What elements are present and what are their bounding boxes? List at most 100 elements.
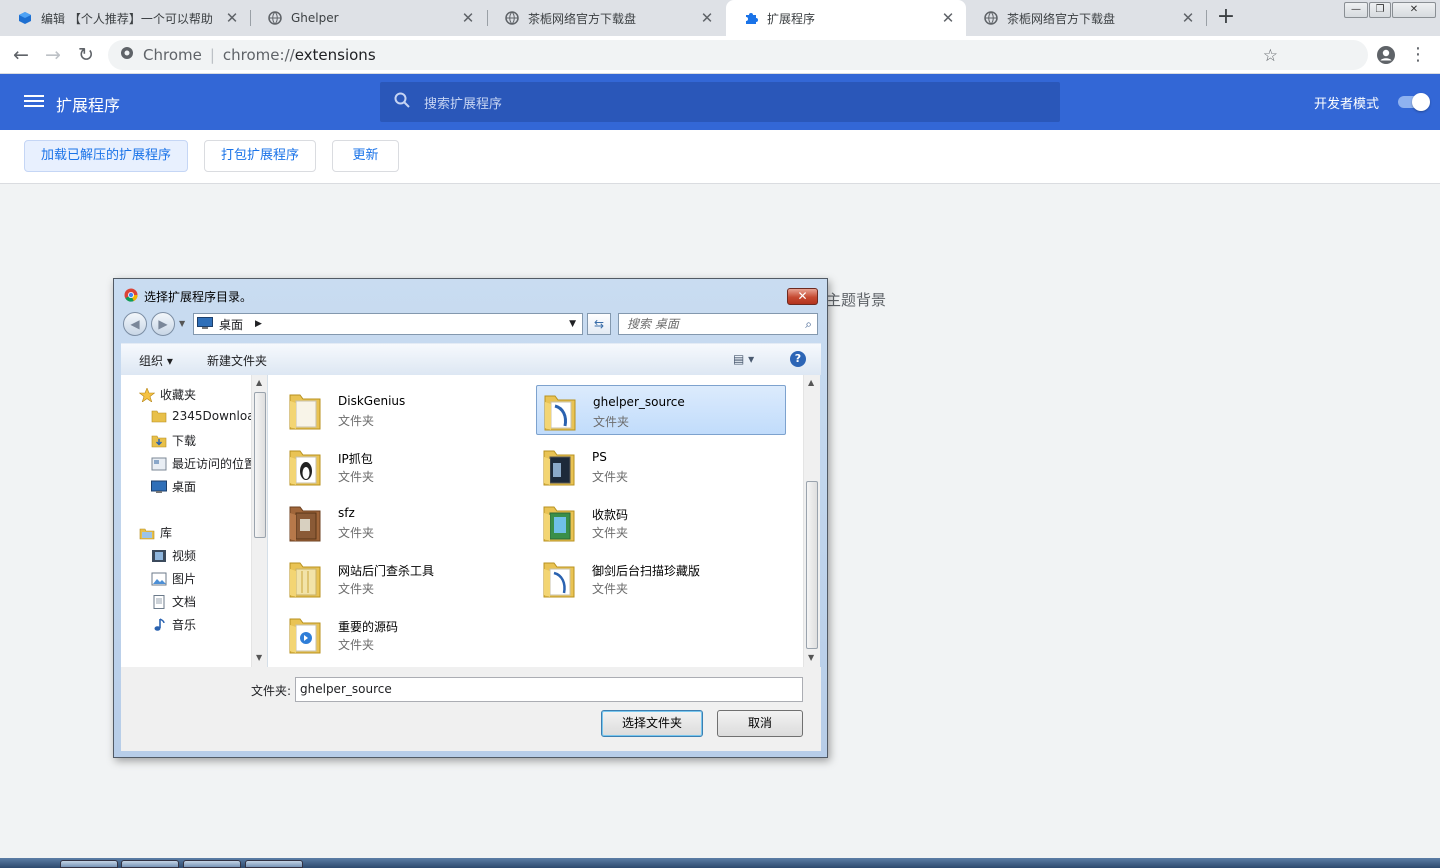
window-close-button[interactable]: ✕ xyxy=(1392,2,1436,18)
nav-item-videos[interactable]: 视频 xyxy=(151,547,196,564)
file-name: DiskGenius xyxy=(338,394,406,408)
nav-item-label: 最近访问的位置 xyxy=(172,457,251,471)
extensions-header: 扩展程序 搜索扩展程序 开发者模式 xyxy=(0,74,1440,130)
file-type: 文件夹 xyxy=(338,582,375,596)
scroll-up-arrow-icon[interactable]: ▲ xyxy=(256,378,262,387)
close-tab-icon[interactable]: ✕ xyxy=(224,9,240,27)
folder-icon xyxy=(289,450,321,486)
dialog-search-placeholder: 搜索 桌面 xyxy=(627,317,679,331)
location-dropdown-icon[interactable]: ▼ xyxy=(569,319,576,329)
folder-name-input[interactable]: ghelper_source xyxy=(295,677,803,702)
folder-item[interactable]: 网站后门查杀工具 文件夹 xyxy=(282,553,532,603)
back-button[interactable]: ← xyxy=(8,42,34,68)
folder-icon xyxy=(289,394,321,430)
breadcrumb-arrow-icon[interactable]: ▶ xyxy=(255,319,262,329)
navigation-scrollbar[interactable]: ▲ ▼ xyxy=(251,375,267,667)
scroll-up-arrow-icon[interactable]: ▲ xyxy=(808,378,814,387)
cancel-button[interactable]: 取消 xyxy=(717,710,803,737)
nav-item-label: 文档 xyxy=(172,595,197,609)
nav-item-pictures[interactable]: 图片 xyxy=(151,570,196,587)
dialog-search-input[interactable]: 搜索 桌面 ⌕ xyxy=(618,313,818,335)
nav-library-header[interactable]: 库 xyxy=(139,524,172,541)
nav-favorites-header[interactable]: 收藏夹 xyxy=(138,386,197,403)
nav-item-documents[interactable]: 文档 xyxy=(151,593,196,610)
folder-item[interactable]: 收款码 文件夹 xyxy=(536,497,786,547)
close-tab-icon[interactable]: ✕ xyxy=(940,9,956,27)
dialog-forward-button[interactable]: ▶ xyxy=(151,312,175,336)
folder-item-selected[interactable]: ghelper_source 文件夹 xyxy=(536,385,786,435)
taskbar-button[interactable] xyxy=(183,860,241,868)
load-unpacked-button[interactable]: 加载已解压的扩展程序 xyxy=(24,140,188,172)
bookmark-star-icon[interactable]: ☆ xyxy=(1263,46,1278,66)
reload-button[interactable]: ↻ xyxy=(73,42,99,68)
dialog-refresh-icon[interactable]: ⇆ xyxy=(587,313,611,335)
history-dropdown-icon[interactable]: ▼ xyxy=(179,319,185,328)
folder-icon xyxy=(151,409,167,423)
taskbar-button[interactable] xyxy=(245,860,303,868)
folder-item[interactable]: IP抓包 文件夹 xyxy=(282,441,532,491)
update-button[interactable]: 更新 xyxy=(332,140,399,172)
chrome-logo-icon xyxy=(120,46,134,64)
folder-item[interactable]: sfz 文件夹 xyxy=(282,497,532,547)
browser-toolbar: ← → ↻ Chrome | chrome://extensions ☆ ⋮ xyxy=(0,36,1440,74)
taskbar-button[interactable] xyxy=(121,860,179,868)
dialog-title-bar: 选择扩展程序目录。 xyxy=(124,288,252,305)
view-options-icon[interactable]: ▤ ▾ xyxy=(733,352,754,366)
profile-avatar-icon[interactable] xyxy=(1373,42,1399,68)
nav-item-downloads-2345[interactable]: 2345Downloads xyxy=(151,409,251,423)
folder-item[interactable]: 御剑后台扫描珍藏版 文件夹 xyxy=(536,553,786,603)
folder-item[interactable]: DiskGenius 文件夹 xyxy=(282,385,532,435)
developer-mode-label: 开发者模式 xyxy=(1314,97,1380,112)
folder-item[interactable]: 重要的源码 文件夹 xyxy=(282,609,532,659)
desktop-icon xyxy=(197,316,213,332)
scroll-thumb[interactable] xyxy=(806,481,818,649)
folder-item[interactable]: PS 文件夹 xyxy=(536,441,786,491)
forward-button[interactable]: → xyxy=(40,42,66,68)
tab-download-1[interactable]: 茶栀网络官方下载盘 ✕ xyxy=(487,0,725,36)
document-icon xyxy=(151,594,167,609)
scroll-down-arrow-icon[interactable]: ▼ xyxy=(808,653,814,662)
close-tab-icon[interactable]: ✕ xyxy=(460,9,476,27)
scroll-down-arrow-icon[interactable]: ▼ xyxy=(256,653,262,662)
restore-button[interactable]: ❐ xyxy=(1369,2,1391,18)
tab-ghelper[interactable]: Ghelper ✕ xyxy=(250,0,486,36)
pack-extension-button[interactable]: 打包扩展程序 xyxy=(204,140,316,172)
dialog-back-button[interactable]: ◀ xyxy=(123,312,147,336)
hamburger-menu-icon[interactable] xyxy=(24,92,44,112)
extensions-search-input[interactable]: 搜索扩展程序 xyxy=(380,82,1060,122)
dialog-location-bar[interactable]: 桌面 ▶ ▼ xyxy=(193,313,583,335)
tab-download-2[interactable]: 茶栀网络官方下载盘 ✕ xyxy=(966,0,1206,36)
page-title: 扩展程序 xyxy=(56,96,121,115)
close-tab-icon[interactable]: ✕ xyxy=(699,9,715,27)
dialog-title: 选择扩展程序目录。 xyxy=(144,290,253,304)
tab-edit[interactable]: 编辑 【个人推荐】一个可以帮助 ✕ xyxy=(0,0,250,36)
dialog-close-button[interactable]: ✕ xyxy=(787,288,818,305)
more-menu-icon[interactable]: ⋮ xyxy=(1405,42,1431,68)
nav-item-recent[interactable]: 最近访问的位置 xyxy=(151,455,251,472)
close-tab-icon[interactable]: ✕ xyxy=(1180,9,1196,27)
address-bar[interactable]: Chrome | chrome://extensions ☆ xyxy=(108,40,1368,70)
search-placeholder: 搜索扩展程序 xyxy=(424,96,503,112)
nav-item-downloads[interactable]: 下载 xyxy=(151,432,196,449)
scroll-thumb[interactable] xyxy=(254,392,266,538)
select-folder-button[interactable]: 选择文件夹 xyxy=(601,710,703,737)
file-type: 文件夹 xyxy=(592,526,629,540)
minimize-button[interactable]: — xyxy=(1344,2,1368,18)
globe-icon xyxy=(505,11,519,25)
organize-button[interactable]: 组织 ▾ xyxy=(139,352,173,369)
file-name: 网站后门查杀工具 xyxy=(338,564,435,578)
new-tab-button[interactable]: + xyxy=(1214,6,1238,30)
file-list-scrollbar[interactable]: ▲ ▼ xyxy=(803,375,820,667)
picture-icon xyxy=(151,572,167,586)
taskbar-button[interactable] xyxy=(60,860,118,868)
tab-extensions[interactable]: 扩展程序 ✕ xyxy=(726,0,966,36)
nav-item-desktop[interactable]: 桌面 xyxy=(151,478,196,495)
url-scheme: chrome:// xyxy=(222,46,295,64)
developer-mode-toggle[interactable] xyxy=(1398,93,1430,111)
nav-item-label: 下载 xyxy=(172,434,197,448)
file-name: PS xyxy=(592,450,607,464)
nav-item-music[interactable]: 音乐 xyxy=(151,616,196,633)
help-icon[interactable]: ? xyxy=(790,351,806,367)
new-folder-button[interactable]: 新建文件夹 xyxy=(207,352,267,369)
favorites-label: 收藏夹 xyxy=(160,388,197,402)
